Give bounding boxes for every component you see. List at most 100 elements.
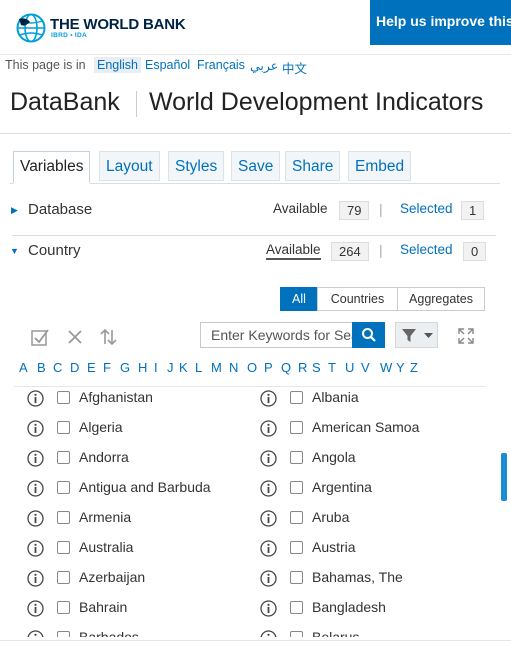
- alphabet-letter-j[interactable]: J: [167, 360, 174, 375]
- alphabet-letter-z[interactable]: Z: [410, 360, 418, 375]
- database-expand-icon[interactable]: ▶: [11, 205, 18, 216]
- search-button[interactable]: [352, 322, 385, 348]
- info-icon[interactable]: [27, 540, 44, 557]
- tab-styles[interactable]: Styles: [168, 151, 225, 181]
- alphabet-letter-e[interactable]: E: [87, 360, 96, 375]
- filter-countries-button[interactable]: Countries: [317, 287, 398, 311]
- alphabet-letter-k[interactable]: K: [179, 360, 188, 375]
- country-checkbox[interactable]: [290, 421, 303, 434]
- country-checkbox[interactable]: [290, 451, 303, 464]
- alphabet-letter-b[interactable]: B: [37, 360, 46, 375]
- country-available-label[interactable]: Available: [266, 242, 321, 260]
- filter-all-button[interactable]: All: [280, 287, 318, 311]
- alphabet-letter-c[interactable]: C: [53, 360, 62, 375]
- filter-aggregates-button[interactable]: Aggregates: [397, 287, 485, 311]
- language-chinese[interactable]: 中文: [279, 57, 310, 78]
- country-checkbox[interactable]: [57, 421, 70, 434]
- alphabet-filter: ABCDEFGHIJKLMNOPQRSTUVWYZ: [19, 360, 489, 380]
- select-all-icon[interactable]: [29, 326, 51, 348]
- info-icon[interactable]: [260, 570, 277, 587]
- country-name: Albania: [312, 389, 359, 405]
- country-checkbox[interactable]: [57, 391, 70, 404]
- country-section-title[interactable]: Country: [28, 242, 81, 259]
- database-selected-label[interactable]: Selected: [400, 201, 453, 216]
- country-checkbox[interactable]: [57, 481, 70, 494]
- info-icon[interactable]: [27, 420, 44, 437]
- alphabet-letter-q[interactable]: Q: [281, 360, 291, 375]
- language-francais[interactable]: Français: [194, 57, 248, 73]
- clear-selection-icon[interactable]: [64, 326, 86, 348]
- country-checkbox[interactable]: [57, 601, 70, 614]
- alphabet-letter-h[interactable]: H: [138, 360, 147, 375]
- country-collapse-icon[interactable]: ▼: [10, 246, 19, 256]
- country-checkbox[interactable]: [57, 511, 70, 524]
- info-icon[interactable]: [260, 390, 277, 407]
- alphabet-letter-u[interactable]: U: [345, 360, 354, 375]
- expand-icon[interactable]: [456, 326, 476, 346]
- alphabet-letter-w[interactable]: W: [380, 360, 392, 375]
- country-checkbox[interactable]: [290, 631, 303, 637]
- language-english[interactable]: English: [94, 57, 141, 73]
- app-title[interactable]: DataBank: [10, 88, 120, 117]
- world-bank-globe-icon[interactable]: [16, 13, 46, 43]
- info-icon[interactable]: [27, 390, 44, 407]
- info-icon[interactable]: [27, 510, 44, 527]
- country-checkbox[interactable]: [290, 511, 303, 524]
- info-icon[interactable]: [260, 510, 277, 527]
- info-icon[interactable]: [260, 540, 277, 557]
- alphabet-letter-d[interactable]: D: [70, 360, 79, 375]
- info-icon[interactable]: [27, 570, 44, 587]
- country-checkbox[interactable]: [57, 571, 70, 584]
- country-selected-count: 0: [463, 242, 487, 261]
- tab-layout[interactable]: Layout: [99, 151, 160, 181]
- alphabet-letter-p[interactable]: P: [264, 360, 273, 375]
- country-name: Algeria: [79, 419, 123, 435]
- info-icon[interactable]: [260, 600, 277, 617]
- database-section-title[interactable]: Database: [28, 201, 92, 218]
- info-icon[interactable]: [27, 450, 44, 467]
- country-selected-label[interactable]: Selected: [400, 242, 453, 257]
- language-espanol[interactable]: Español: [142, 57, 193, 73]
- info-icon[interactable]: [260, 630, 277, 637]
- sort-icon[interactable]: [98, 326, 120, 348]
- tab-share[interactable]: Share: [285, 151, 341, 181]
- alphabet-letter-i[interactable]: I: [154, 360, 158, 375]
- country-checkbox[interactable]: [290, 541, 303, 554]
- alphabet-letter-f[interactable]: F: [103, 360, 111, 375]
- tab-save[interactable]: Save: [231, 151, 281, 181]
- tab-variables[interactable]: Variables: [13, 151, 91, 184]
- country-search-input[interactable]: [200, 322, 353, 348]
- database-available-label: Available: [273, 201, 328, 216]
- info-icon[interactable]: [27, 630, 44, 637]
- info-icon[interactable]: [260, 450, 277, 467]
- alphabet-letter-o[interactable]: O: [247, 360, 257, 375]
- language-arabic[interactable]: عربي: [247, 57, 281, 74]
- alphabet-letter-v[interactable]: V: [361, 360, 370, 375]
- scrollbar-thumb[interactable]: [501, 453, 507, 501]
- country-checkbox[interactable]: [57, 451, 70, 464]
- alphabet-letter-m[interactable]: M: [211, 360, 222, 375]
- alphabet-letter-g[interactable]: G: [120, 360, 130, 375]
- country-name: Australia: [79, 539, 134, 555]
- alphabet-letter-l[interactable]: L: [195, 360, 202, 375]
- tab-embed[interactable]: Embed: [348, 151, 412, 181]
- country-checkbox[interactable]: [57, 631, 70, 637]
- country-checkbox[interactable]: [57, 541, 70, 554]
- logo-title[interactable]: THE WORLD BANK: [50, 16, 186, 33]
- alphabet-letter-r[interactable]: R: [298, 360, 307, 375]
- info-icon[interactable]: [27, 600, 44, 617]
- alphabet-letter-t[interactable]: T: [328, 360, 336, 375]
- info-icon[interactable]: [260, 420, 277, 437]
- filter-dropdown-button[interactable]: [395, 322, 438, 348]
- alphabet-letter-n[interactable]: N: [229, 360, 238, 375]
- info-icon[interactable]: [27, 480, 44, 497]
- help-improve-button[interactable]: Help us improve this site: [370, 0, 511, 45]
- country-checkbox[interactable]: [290, 601, 303, 614]
- country-checkbox[interactable]: [290, 571, 303, 584]
- info-icon[interactable]: [260, 480, 277, 497]
- alphabet-letter-s[interactable]: S: [312, 360, 321, 375]
- alphabet-letter-y[interactable]: Y: [396, 360, 405, 375]
- alphabet-letter-a[interactable]: A: [19, 360, 28, 375]
- country-checkbox[interactable]: [290, 481, 303, 494]
- country-checkbox[interactable]: [290, 391, 303, 404]
